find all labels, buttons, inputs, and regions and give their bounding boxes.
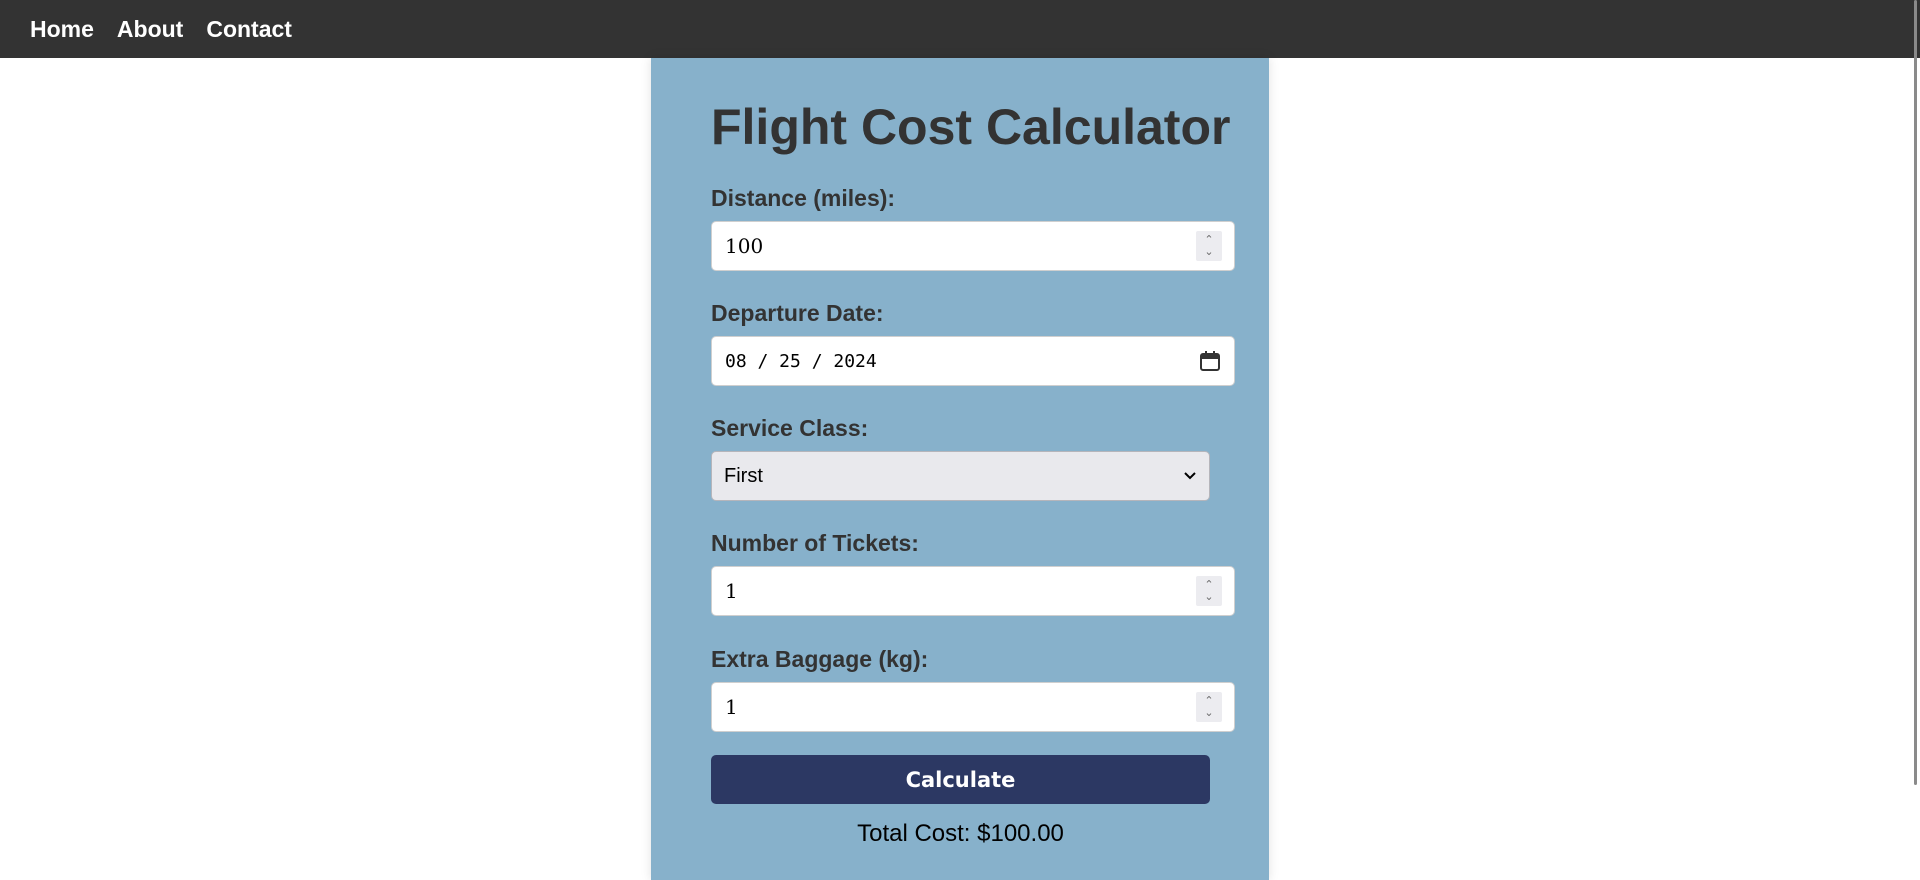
calendar-icon[interactable] [1198, 349, 1222, 373]
service-class-value: First [724, 464, 763, 487]
departure-date-label: Departure Date: [711, 300, 884, 326]
calculator-card: Flight Cost Calculator Distance (miles):… [651, 58, 1269, 880]
nav-link-contact[interactable]: Contact [206, 16, 292, 43]
chevron-up-icon: ⌃ [1204, 695, 1214, 707]
distance-label: Distance (miles): [711, 185, 896, 211]
chevron-up-icon: ⌃ [1204, 579, 1214, 591]
total-cost: Total Cost: $100.00 [857, 820, 1064, 847]
chevron-down-icon [1184, 472, 1196, 480]
chevron-up-icon: ⌃ [1204, 234, 1214, 246]
distance-value: 100 [725, 234, 764, 258]
nav-link-about[interactable]: About [117, 16, 183, 43]
top-navbar: Home About Contact [0, 0, 1920, 58]
nav-link-home[interactable]: Home [30, 16, 94, 43]
chevron-down-icon: ⌄ [1204, 591, 1214, 603]
chevron-down-icon: ⌄ [1204, 246, 1214, 258]
tickets-value: 1 [725, 579, 738, 603]
baggage-stepper[interactable]: ⌃ ⌄ [1196, 692, 1222, 722]
scrollbar-thumb[interactable] [1914, 0, 1917, 785]
departure-date-input[interactable]: 08 / 25 / 2024 [711, 336, 1235, 386]
tickets-input[interactable]: 1 ⌃ ⌄ [711, 566, 1235, 616]
baggage-value: 1 [725, 695, 738, 719]
baggage-label: Extra Baggage (kg): [711, 646, 929, 672]
departure-date-value: 08 / 25 / 2024 [725, 350, 877, 372]
baggage-input[interactable]: 1 ⌃ ⌄ [711, 682, 1235, 732]
tickets-label: Number of Tickets: [711, 530, 919, 556]
service-class-select[interactable]: First [711, 451, 1210, 501]
distance-input[interactable]: 100 ⌃ ⌄ [711, 221, 1235, 271]
distance-stepper[interactable]: ⌃ ⌄ [1196, 231, 1222, 261]
chevron-down-icon: ⌄ [1204, 707, 1214, 719]
page-title: Flight Cost Calculator [711, 99, 1231, 155]
service-class-label: Service Class: [711, 415, 869, 441]
tickets-stepper[interactable]: ⌃ ⌄ [1196, 576, 1222, 606]
calculate-button[interactable]: Calculate [711, 755, 1210, 804]
